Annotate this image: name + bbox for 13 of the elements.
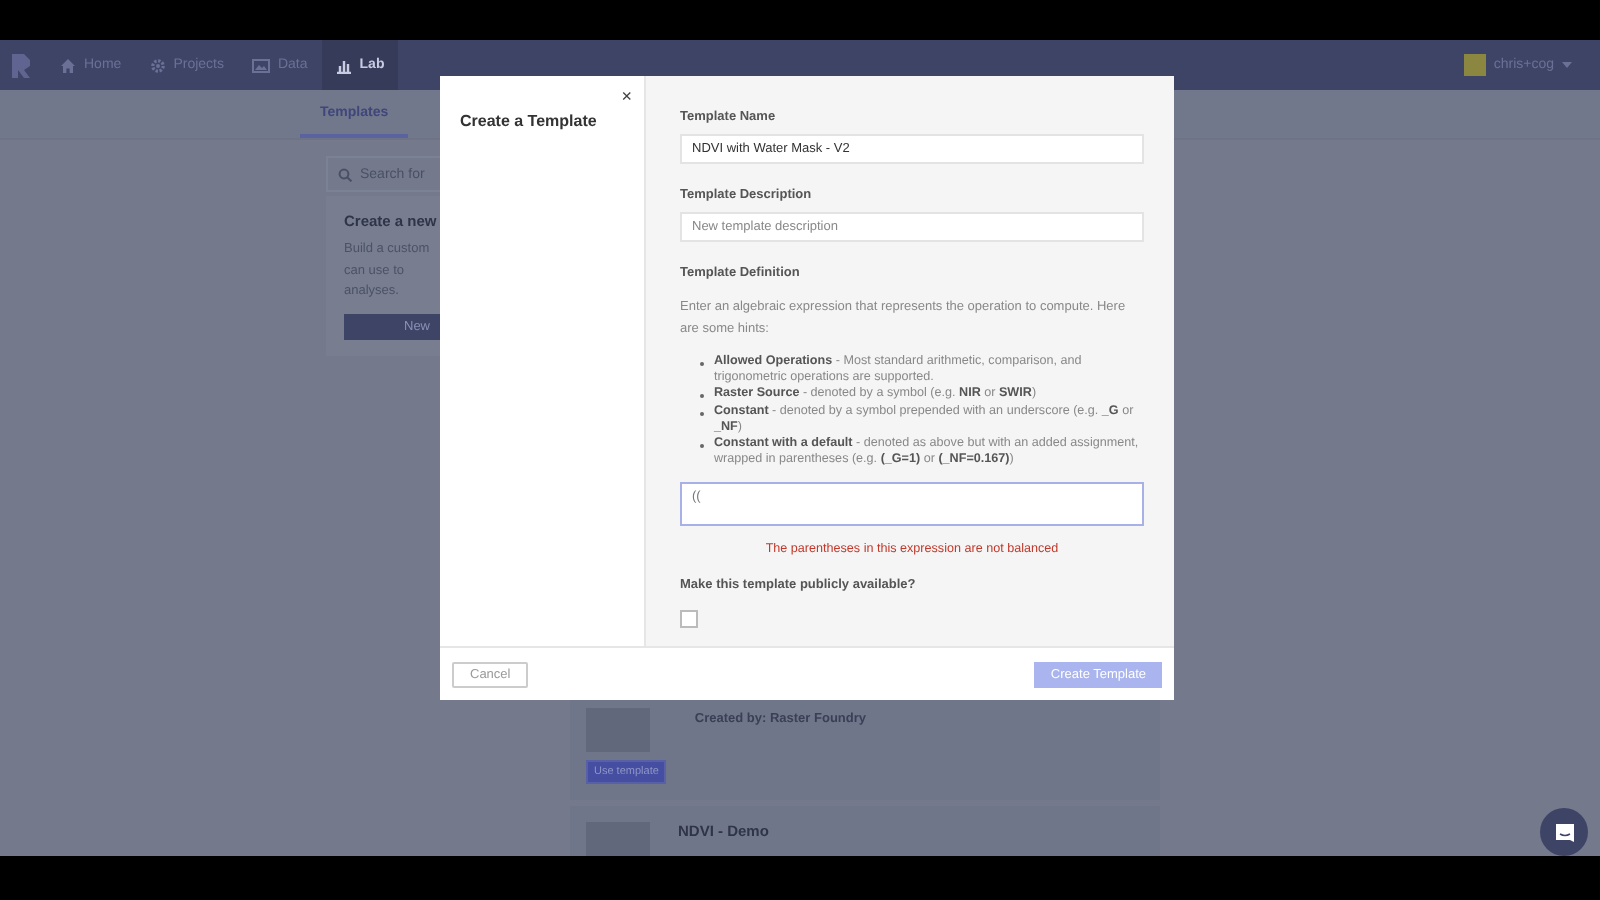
gear-icon	[149, 57, 166, 73]
search-icon	[338, 167, 352, 181]
modal-title: Create a Template	[460, 112, 597, 130]
caret-icon[interactable]	[1562, 62, 1572, 68]
logo-icon[interactable]	[12, 53, 30, 77]
chat-icon	[1553, 821, 1575, 843]
close-button[interactable]: ×	[617, 86, 636, 106]
home-icon	[60, 57, 76, 73]
chart-icon	[335, 57, 352, 73]
thumbnail-placeholder	[586, 822, 650, 856]
avatar[interactable]	[1463, 54, 1486, 76]
public-checkbox[interactable]	[680, 610, 698, 629]
image-icon	[251, 57, 270, 73]
